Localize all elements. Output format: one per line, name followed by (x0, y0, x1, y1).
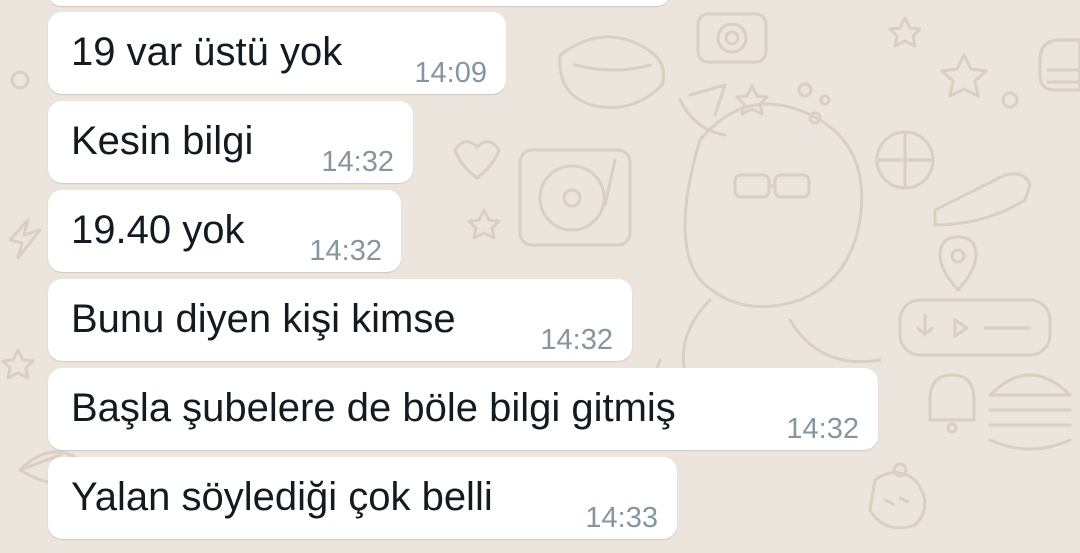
message-text: Başla şubelere de böle bilgi gitmiş (71, 386, 676, 430)
chat-message-list[interactable]: 19 var üstü yok 14:09 Kesin bilgi 14:32 … (0, 0, 1080, 553)
message-text: Kesin bilgi (71, 119, 254, 163)
message-text: 19 var üstü yok (71, 30, 343, 74)
message-bubble[interactable]: Bunu diyen kişi kimse 14:32 (48, 279, 632, 361)
message-bubble[interactable]: 19.40 yok 14:32 (48, 190, 401, 272)
previous-message-bubble[interactable] (48, 0, 670, 6)
message-bubble[interactable]: Kesin bilgi 14:32 (48, 101, 413, 183)
message-time: 14:32 (786, 413, 859, 445)
message-bubble[interactable]: Yalan söylediği çok belli 14:33 (48, 457, 677, 539)
message-bubble[interactable]: 19 var üstü yok 14:09 (48, 12, 506, 94)
message-text: Yalan söylediği çok belli (71, 475, 493, 519)
message-time: 14:33 (585, 502, 658, 534)
message-bubble[interactable]: Başla şubelere de böle bilgi gitmiş 14:3… (48, 368, 878, 450)
message-time: 14:32 (321, 146, 394, 178)
message-text: Bunu diyen kişi kimse (71, 297, 456, 341)
message-time: 14:32 (309, 235, 382, 267)
message-time: 14:09 (414, 57, 487, 89)
message-time: 14:32 (540, 324, 613, 356)
message-text: 19.40 yok (71, 208, 245, 252)
